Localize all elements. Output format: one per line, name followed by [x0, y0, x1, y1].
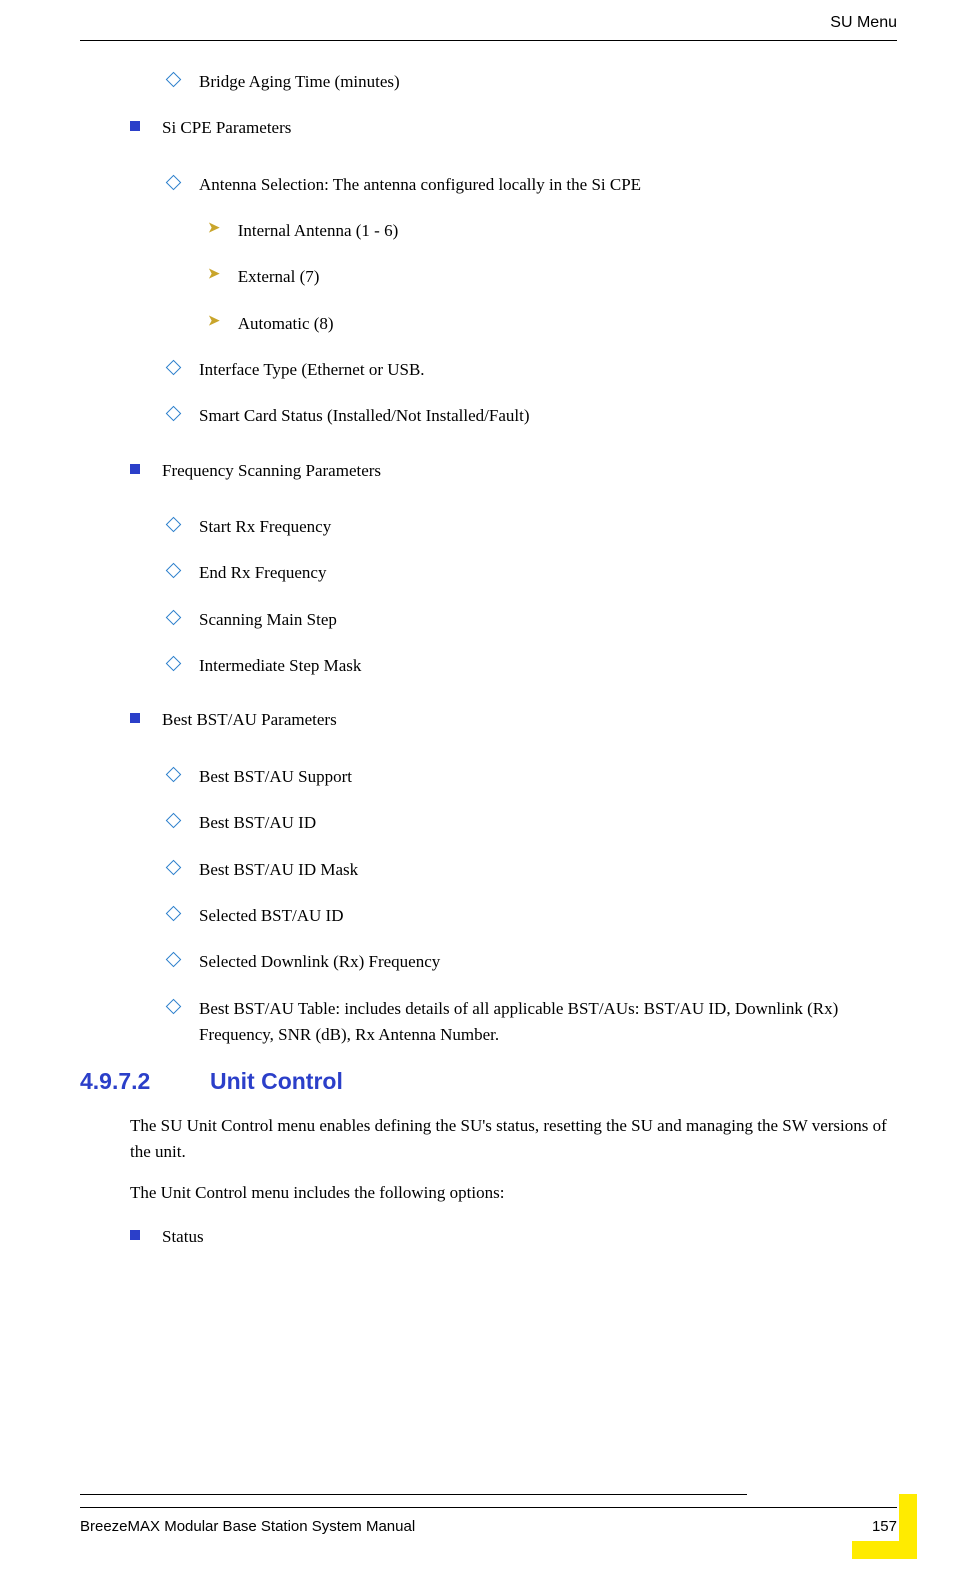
list-item: Si CPE Parameters [130, 115, 897, 141]
item-text: Selected Downlink (Rx) Frequency [199, 949, 440, 975]
diamond-icon [166, 517, 182, 533]
list-item: ➤ Automatic (8) [208, 311, 897, 337]
list-item: Selected Downlink (Rx) Frequency [168, 949, 897, 975]
diamond-icon [166, 813, 182, 829]
section-number: 4.9.7.2 [80, 1068, 210, 1095]
list-item: Bridge Aging Time (minutes) [168, 69, 897, 95]
diamond-icon [166, 859, 182, 875]
item-text: Selected BST/AU ID [199, 903, 343, 929]
diamond-icon [166, 610, 182, 626]
paragraph: The Unit Control menu includes the follo… [130, 1180, 897, 1206]
item-text: Best BST/AU Support [199, 764, 352, 790]
diamond-icon [166, 563, 182, 579]
item-text: Status [162, 1224, 204, 1250]
diamond-icon [166, 72, 182, 88]
diamond-icon [166, 360, 182, 376]
section-heading: 4.9.7.2 Unit Control [80, 1068, 897, 1095]
list-item: Selected BST/AU ID [168, 903, 897, 929]
square-icon [130, 713, 140, 723]
diamond-icon [166, 906, 182, 922]
list-item: Best BST/AU Table: includes details of a… [168, 996, 897, 1049]
diamond-icon [166, 174, 182, 190]
diamond-icon [166, 952, 182, 968]
list-item: ➤ Internal Antenna (1 - 6) [208, 218, 897, 244]
item-text: Intermediate Step Mask [199, 653, 361, 679]
list-item: Smart Card Status (Installed/Not Install… [168, 403, 897, 429]
item-text: Si CPE Parameters [162, 115, 291, 141]
item-text: Bridge Aging Time (minutes) [199, 69, 400, 95]
list-item: Start Rx Frequency [168, 514, 897, 540]
arrow-icon: ➤ [208, 266, 220, 283]
list-item: Frequency Scanning Parameters [130, 458, 897, 484]
list-item: Intermediate Step Mask [168, 653, 897, 679]
arrow-icon: ➤ [208, 220, 220, 237]
item-text: Start Rx Frequency [199, 514, 331, 540]
list-item: Best BST/AU Parameters [130, 707, 897, 733]
item-text: Automatic (8) [238, 311, 334, 337]
square-icon [130, 121, 140, 131]
square-icon [130, 1230, 140, 1240]
page-header-title: SU Menu [80, 0, 897, 41]
list-item: Best BST/AU ID [168, 810, 897, 836]
diamond-icon [166, 406, 182, 422]
diamond-icon [166, 656, 182, 672]
main-content: Bridge Aging Time (minutes) Si CPE Param… [0, 41, 977, 1250]
item-text: Best BST/AU Table: includes details of a… [199, 996, 897, 1049]
list-item: Best BST/AU Support [168, 764, 897, 790]
footer-rule [80, 1494, 747, 1495]
item-text: Smart Card Status (Installed/Not Install… [199, 403, 530, 429]
section-title: Unit Control [210, 1068, 343, 1095]
item-text: Frequency Scanning Parameters [162, 458, 381, 484]
square-icon [130, 464, 140, 474]
list-item: Antenna Selection: The antenna configure… [168, 172, 897, 198]
arrow-icon: ➤ [208, 313, 220, 330]
footer-left: BreezeMAX Modular Base Station System Ma… [80, 1518, 415, 1535]
item-text: Antenna Selection: The antenna configure… [199, 172, 641, 198]
page-footer: BreezeMAX Modular Base Station System Ma… [80, 1507, 897, 1535]
item-text: Best BST/AU Parameters [162, 707, 337, 733]
item-text: Best BST/AU ID [199, 810, 316, 836]
diamond-icon [166, 767, 182, 783]
list-item: Best BST/AU ID Mask [168, 857, 897, 883]
paragraph: The SU Unit Control menu enables definin… [130, 1113, 897, 1164]
list-item: Scanning Main Step [168, 607, 897, 633]
corner-decoration [852, 1494, 917, 1559]
item-text: External (7) [238, 264, 320, 290]
item-text: End Rx Frequency [199, 560, 326, 586]
item-text: Scanning Main Step [199, 607, 337, 633]
list-item: End Rx Frequency [168, 560, 897, 586]
list-item: Status [130, 1224, 897, 1250]
item-text: Internal Antenna (1 - 6) [238, 218, 399, 244]
diamond-icon [166, 998, 182, 1014]
list-item: Interface Type (Ethernet or USB. [168, 357, 897, 383]
item-text: Best BST/AU ID Mask [199, 857, 358, 883]
list-item: ➤ External (7) [208, 264, 897, 290]
item-text: Interface Type (Ethernet or USB. [199, 357, 425, 383]
